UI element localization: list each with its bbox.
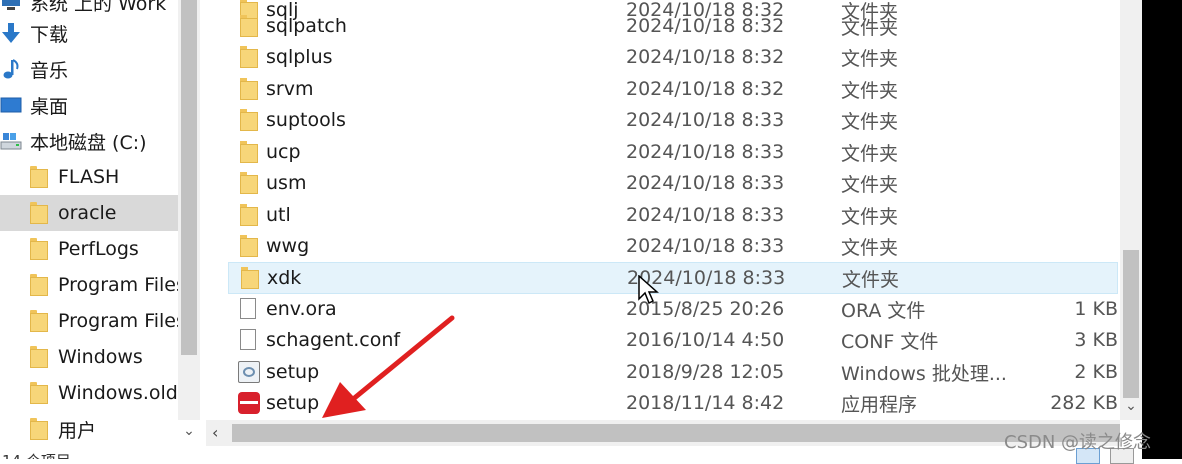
annotation-arrow-icon xyxy=(322,315,455,418)
watermark: CSDN @读之修念 xyxy=(1004,432,1152,453)
mouse-cursor-icon xyxy=(638,275,659,305)
